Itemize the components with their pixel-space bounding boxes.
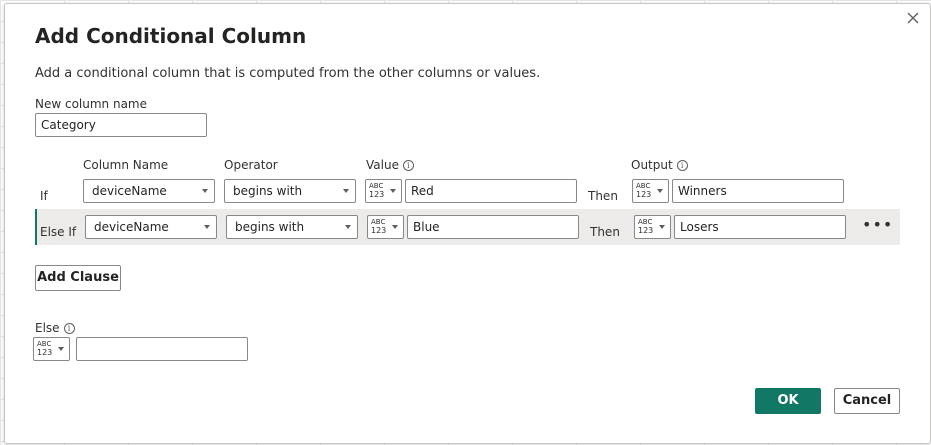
new-column-name-input[interactable]: Category: [35, 113, 207, 137]
clause-1-operator-value: begins with: [233, 184, 303, 198]
else-type-button[interactable]: ABC 123: [33, 337, 70, 361]
clause-2-output-input[interactable]: Losers: [674, 215, 846, 239]
chevron-down-icon: [392, 225, 398, 229]
clause-2-then-label: Then: [590, 225, 620, 239]
clause-prefix-if: If: [40, 189, 48, 203]
chevron-down-icon: [657, 189, 663, 193]
output-header: Output i: [631, 158, 688, 172]
column-name-header: Column Name: [83, 158, 169, 172]
chevron-down-icon: [343, 189, 349, 193]
type-abc-label: ABC: [37, 340, 52, 348]
cancel-button[interactable]: Cancel: [834, 388, 900, 414]
clause-2-column-dropdown[interactable]: deviceName: [85, 215, 217, 239]
dialog-title: Add Conditional Column: [35, 24, 307, 48]
clause-2-column-value: deviceName: [94, 220, 169, 234]
type-123-label: 123: [638, 226, 654, 235]
clause-1-value-type-button[interactable]: ABC 123: [365, 179, 402, 203]
clause-2-operator-dropdown[interactable]: begins with: [226, 215, 358, 239]
type-abc-label: ABC: [369, 182, 384, 190]
chevron-down-icon: [345, 225, 351, 229]
info-icon: i: [63, 323, 75, 334]
else-label: Else i: [35, 321, 75, 335]
clause-2-value-input[interactable]: Blue: [407, 215, 579, 239]
type-abc-label: ABC: [636, 182, 651, 190]
chevron-down-icon: [204, 225, 210, 229]
clause-1-column-dropdown[interactable]: deviceName: [83, 179, 215, 203]
type-123-label: 123: [369, 190, 385, 199]
close-icon[interactable]: [905, 10, 921, 26]
add-clause-button[interactable]: Add Clause: [35, 265, 121, 291]
chevron-down-icon: [390, 189, 396, 193]
clause-1-output-type-button[interactable]: ABC 123: [632, 179, 669, 203]
clause-1-column-value: deviceName: [92, 184, 167, 198]
clause-1-value-input[interactable]: Red: [405, 179, 577, 203]
type-abc-label: ABC: [371, 218, 386, 226]
else-value-input[interactable]: [76, 337, 248, 361]
add-conditional-column-dialog: Add Conditional Column Add a conditional…: [4, 3, 931, 444]
info-icon: i: [402, 160, 414, 171]
clause-prefix-else-if: Else If: [40, 225, 77, 239]
clause-2-operator-value: begins with: [235, 220, 305, 234]
info-icon: i: [676, 160, 688, 171]
clause-1-then-label: Then: [588, 189, 618, 203]
ok-button[interactable]: OK: [755, 388, 821, 414]
clause-2-output-type-button[interactable]: ABC 123: [634, 215, 671, 239]
clause-1-operator-dropdown[interactable]: begins with: [224, 179, 356, 203]
clause-2-value-type-button[interactable]: ABC 123: [367, 215, 404, 239]
value-header: Value i: [366, 158, 414, 172]
more-options-icon[interactable]: •••: [862, 217, 893, 233]
type-abc-label: ABC: [638, 218, 653, 226]
chevron-down-icon: [58, 347, 64, 351]
dialog-subtitle: Add a conditional column that is compute…: [35, 66, 541, 81]
clause-1-output-input[interactable]: Winners: [672, 179, 844, 203]
new-column-name-label: New column name: [35, 97, 148, 111]
type-123-label: 123: [37, 348, 53, 357]
chevron-down-icon: [202, 189, 208, 193]
type-123-label: 123: [636, 190, 652, 199]
chevron-down-icon: [659, 225, 665, 229]
operator-header: Operator: [224, 158, 278, 172]
type-123-label: 123: [371, 226, 387, 235]
